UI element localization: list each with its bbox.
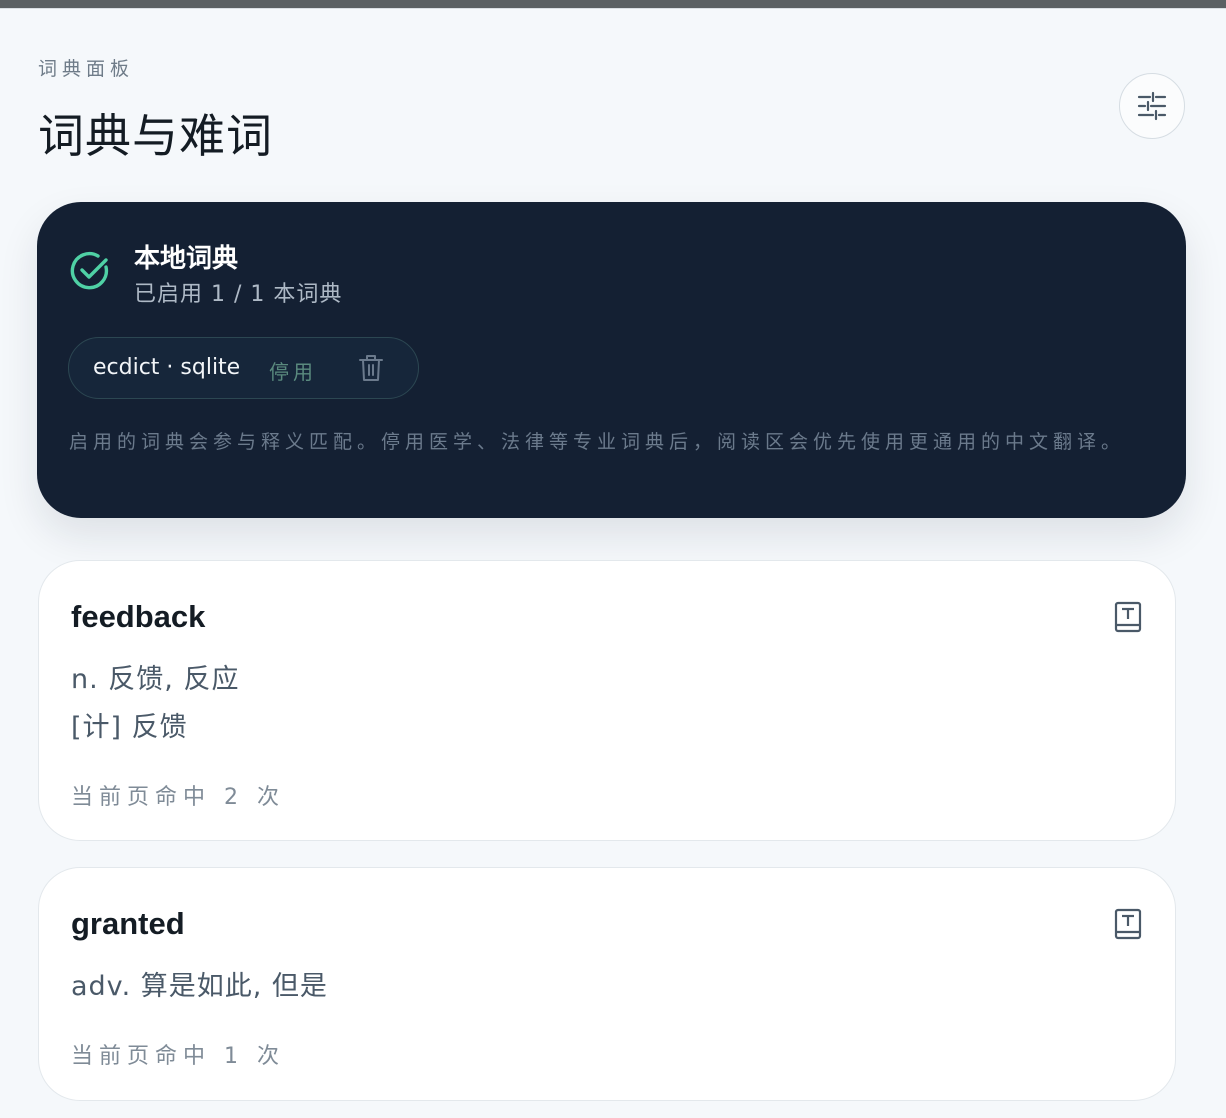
check-circle-icon — [70, 251, 109, 290]
book-icon — [1114, 601, 1142, 633]
dictionary-subtitle: 已启用 1 / 1 本词典 — [134, 282, 343, 307]
hit-count: 当前页命中 2 次 — [71, 785, 285, 810]
page-title: 词典与难词 — [38, 109, 273, 163]
word-card: feedback n. 反馈, 反应 [计] 反馈 当前页命中 2 次 — [38, 560, 1176, 841]
delete-dictionary-button[interactable] — [359, 354, 383, 386]
dictionary-name: ecdict · sqlite — [93, 355, 241, 380]
book-icon — [1114, 908, 1142, 940]
dictionary-title: 本地词典 — [134, 244, 239, 274]
dictionary-chip: ecdict · sqlite 停用 — [68, 337, 419, 399]
definition-line: adv. 算是如此, 但是 — [71, 971, 328, 1002]
word-title: granted — [71, 906, 185, 941]
divider — [0, 8, 1226, 9]
window-top-bar — [0, 0, 1226, 8]
sliders-icon — [1137, 91, 1167, 121]
dictionary-note: 启用的词典会参与释义匹配。停用医学、法律等专业词典后，阅读区会优先使用更通用的中… — [69, 431, 1126, 453]
hit-count: 当前页命中 1 次 — [71, 1044, 285, 1069]
trash-icon — [359, 355, 383, 381]
definition-line: [计] 反馈 — [71, 712, 188, 743]
page-kicker: 词典面板 — [38, 58, 135, 80]
view-definition-button[interactable] — [1114, 601, 1142, 637]
view-definition-button[interactable] — [1114, 908, 1142, 944]
disable-dictionary-button[interactable]: 停用 — [269, 356, 317, 385]
definition-line: n. 反馈, 反应 — [71, 664, 240, 695]
word-title: feedback — [71, 599, 206, 634]
settings-button[interactable] — [1119, 73, 1185, 139]
word-card: granted adv. 算是如此, 但是 当前页命中 1 次 — [38, 867, 1176, 1101]
local-dictionary-card: 本地词典 已启用 1 / 1 本词典 ecdict · sqlite 停用 启用… — [37, 202, 1186, 518]
